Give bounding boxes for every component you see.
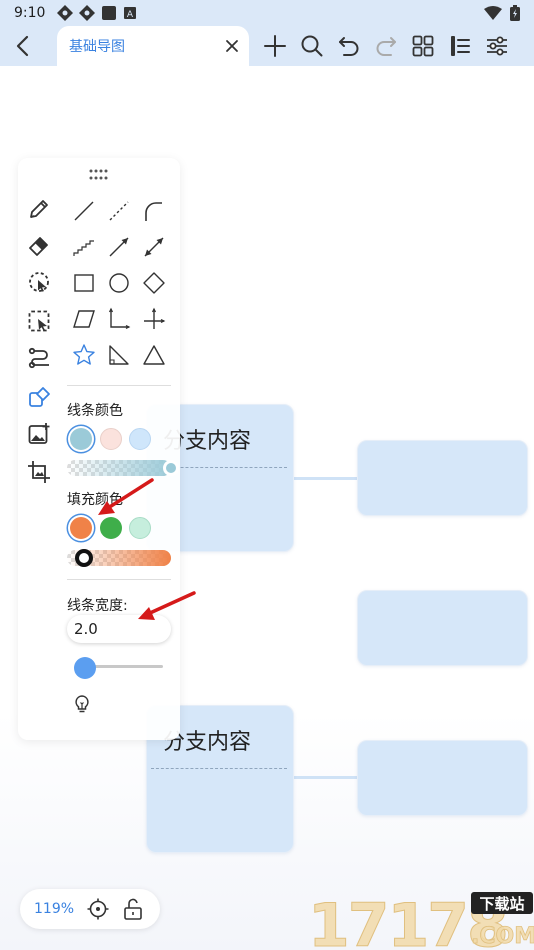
battery-icon [510, 5, 520, 21]
axis-2d-icon[interactable] [107, 307, 131, 331]
sync-icon [57, 5, 74, 21]
slider-thumb[interactable] [163, 460, 179, 476]
triangle-icon[interactable] [142, 343, 166, 367]
rectangle-icon[interactable] [72, 271, 96, 295]
grid-icon[interactable] [411, 34, 435, 58]
undo-icon[interactable] [337, 34, 361, 58]
connector-route-icon[interactable] [27, 346, 51, 370]
a-icon: A [124, 7, 137, 20]
line-color-swatch-1[interactable] [70, 428, 92, 450]
axis-cross-icon[interactable] [142, 307, 166, 331]
circle-icon[interactable] [107, 271, 131, 295]
diamond-icon[interactable] [142, 271, 166, 295]
line-width-thumb[interactable] [74, 657, 96, 679]
svg-text:A: A [127, 10, 134, 20]
drawing-panel: 线条颜色 填充颜色 线条宽度: 2.0 [18, 158, 180, 740]
connector-line [294, 776, 358, 779]
settings-sliders-icon[interactable] [485, 34, 509, 58]
plus-icon[interactable] [263, 34, 287, 58]
arrow-line-icon[interactable] [107, 235, 131, 259]
app-header: 基础导图 [0, 26, 534, 66]
line-opacity-slider[interactable] [67, 460, 179, 476]
child-node[interactable] [357, 740, 528, 816]
star-icon[interactable] [72, 343, 96, 367]
annotation-arrow [98, 478, 154, 515]
dashed-line-icon[interactable] [107, 199, 131, 223]
zigzag-line-icon[interactable] [72, 235, 96, 259]
panel-divider [67, 385, 171, 386]
connector-line [294, 477, 358, 480]
double-arrow-line-icon[interactable] [142, 235, 166, 259]
tab-title: 基础导图 [69, 39, 125, 55]
slider-thumb[interactable] [75, 549, 93, 567]
line-icon[interactable] [72, 199, 96, 223]
child-node[interactable] [357, 590, 528, 666]
locate-center-icon[interactable] [87, 898, 109, 920]
child-node[interactable] [357, 440, 528, 516]
line-width-label: 线条宽度: [67, 598, 128, 614]
panel-divider [67, 579, 171, 580]
tab-document[interactable]: 基础导图 [57, 26, 249, 66]
fill-color-swatch-2[interactable] [100, 517, 122, 539]
status-bar: 9:10 A [0, 0, 534, 26]
drag-handle-icon[interactable] [88, 168, 110, 182]
fill-color-swatch-1[interactable] [70, 517, 92, 539]
back-icon[interactable] [10, 32, 38, 60]
close-icon[interactable] [225, 39, 239, 53]
status-time: 9:10 [14, 5, 46, 21]
parallelogram-icon[interactable] [72, 307, 96, 331]
fill-opacity-slider[interactable] [67, 549, 171, 567]
line-color-swatch-2[interactable] [100, 428, 122, 450]
node-divider [151, 768, 287, 769]
watermark-tag: 下载站 [479, 895, 524, 913]
lightbulb-icon[interactable] [72, 694, 92, 714]
site-watermark-logo: 17178 下载站 .COM [308, 891, 534, 950]
annotation-arrow [138, 591, 196, 620]
add-image-icon[interactable] [27, 422, 51, 446]
arc-icon[interactable] [142, 199, 166, 223]
zoom-level[interactable]: 119% [34, 901, 74, 917]
redo-icon[interactable] [374, 34, 398, 58]
square-icon [102, 6, 117, 20]
sync-icon [79, 5, 96, 21]
outline-icon[interactable] [448, 34, 472, 58]
line-color-swatch-3[interactable] [129, 428, 151, 450]
watermark-domain: .COM [471, 924, 534, 949]
lasso-select-icon[interactable] [27, 270, 51, 294]
pencil-icon[interactable] [27, 197, 51, 221]
image-crop-icon[interactable] [27, 460, 51, 484]
shapes-icon[interactable] [27, 385, 51, 409]
eraser-icon[interactable] [27, 233, 51, 257]
zoom-control-bar: 119% [20, 889, 160, 929]
right-triangle-icon[interactable] [107, 343, 131, 367]
fill-color-swatch-3[interactable] [129, 517, 151, 539]
line-color-label: 线条颜色 [67, 403, 123, 419]
box-select-icon[interactable] [27, 309, 51, 333]
wifi-icon [484, 6, 502, 20]
search-icon[interactable] [300, 34, 324, 58]
unlock-icon[interactable] [123, 898, 143, 920]
